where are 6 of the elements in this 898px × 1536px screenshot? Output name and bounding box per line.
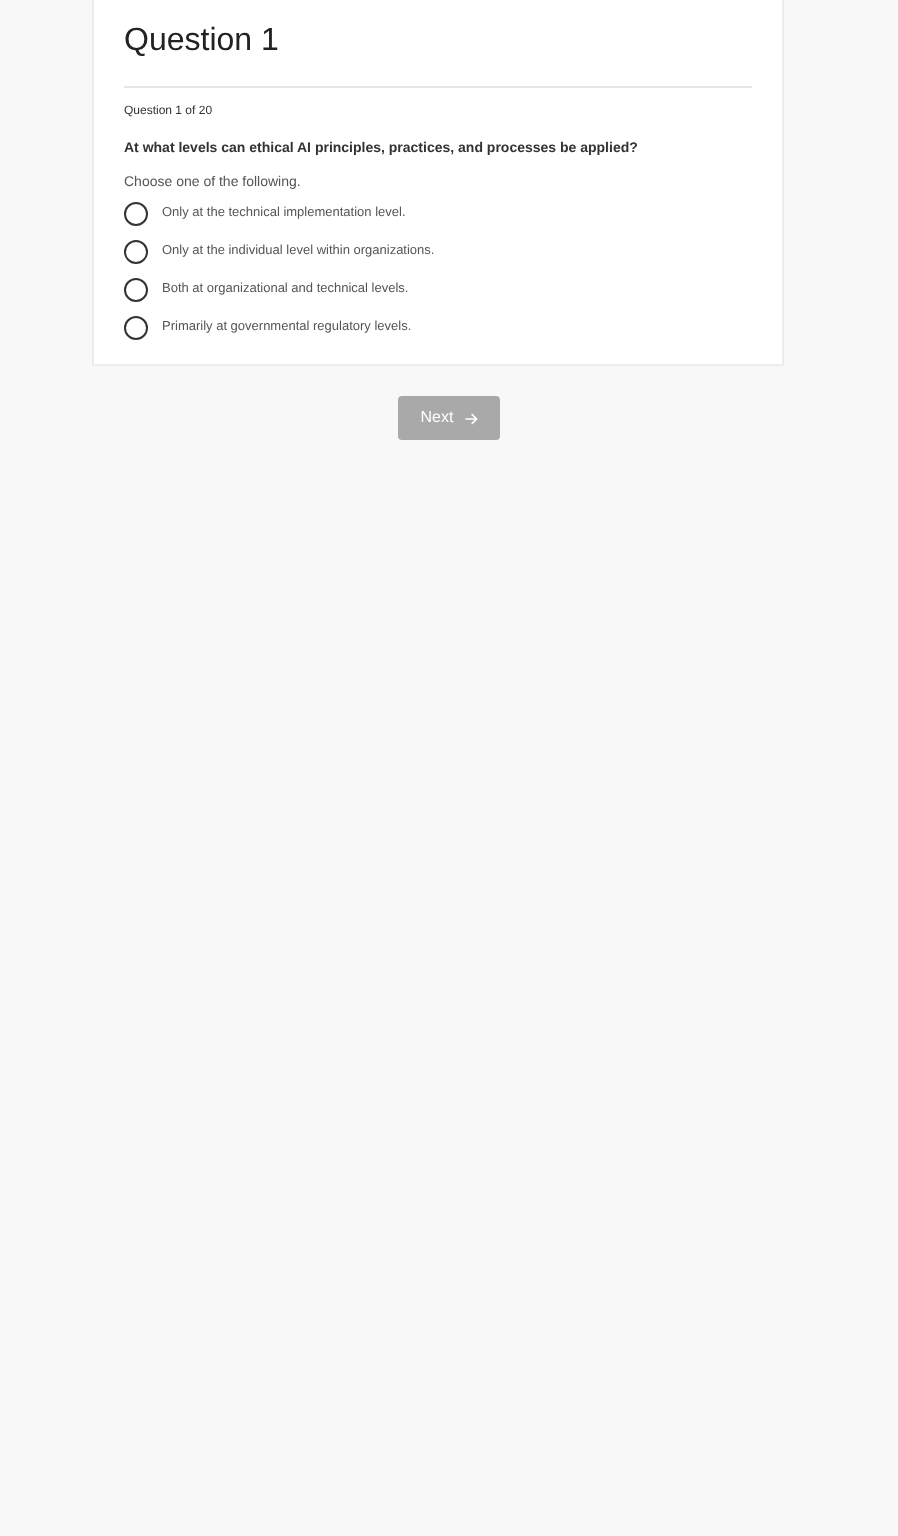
radio-button[interactable] xyxy=(124,240,148,264)
arrow-right-icon xyxy=(463,411,478,425)
radio-button[interactable] xyxy=(124,316,148,340)
radio-button[interactable] xyxy=(124,278,148,302)
question-title: Question 1 xyxy=(124,22,281,62)
radio-button[interactable] xyxy=(124,202,148,226)
